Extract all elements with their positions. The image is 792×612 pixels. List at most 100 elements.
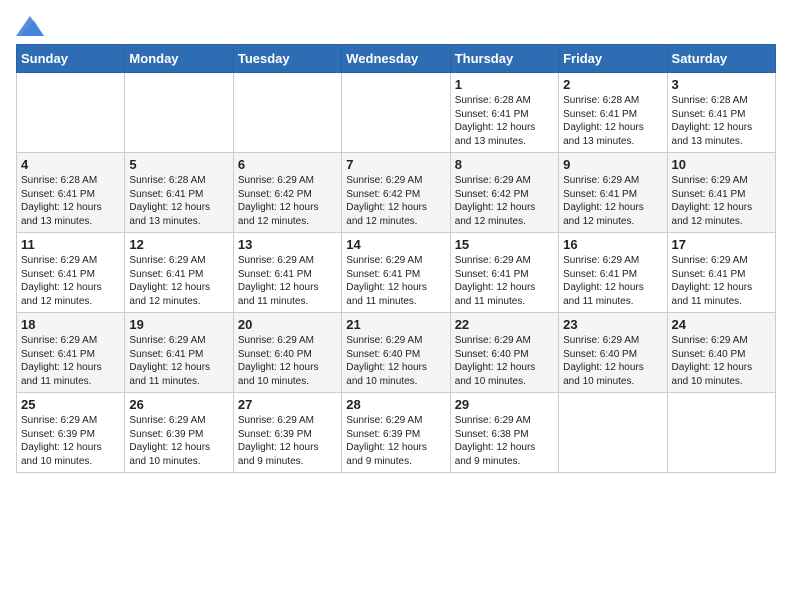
- calendar-cell: 29 Sunrise: 6:29 AM Sunset: 6:38 PM Dayli…: [450, 393, 558, 473]
- calendar-week-row: 1 Sunrise: 6:28 AM Sunset: 6:41 PM Daylig…: [17, 73, 776, 153]
- calendar-cell: 22 Sunrise: 6:29 AM Sunset: 6:40 PM Dayli…: [450, 313, 558, 393]
- calendar-cell: 18 Sunrise: 6:29 AM Sunset: 6:41 PM Dayli…: [17, 313, 125, 393]
- calendar-cell: 11 Sunrise: 6:29 AM Sunset: 6:41 PM Dayli…: [17, 233, 125, 313]
- day-number: 20: [238, 317, 337, 332]
- calendar-cell: 6 Sunrise: 6:29 AM Sunset: 6:42 PM Daylig…: [233, 153, 341, 233]
- calendar-cell: [125, 73, 233, 153]
- cell-content: Sunrise: 6:29 AM Sunset: 6:41 PM Dayligh…: [455, 254, 554, 308]
- calendar-cell: 13 Sunrise: 6:29 AM Sunset: 6:41 PM Dayli…: [233, 233, 341, 313]
- cell-content: Sunrise: 6:28 AM Sunset: 6:41 PM Dayligh…: [129, 174, 228, 228]
- day-number: 7: [346, 157, 445, 172]
- calendar-cell: 17 Sunrise: 6:29 AM Sunset: 6:41 PM Dayli…: [667, 233, 775, 313]
- cell-content: Sunrise: 6:29 AM Sunset: 6:41 PM Dayligh…: [672, 254, 771, 308]
- cell-content: Sunrise: 6:28 AM Sunset: 6:41 PM Dayligh…: [672, 94, 771, 148]
- calendar-cell: 14 Sunrise: 6:29 AM Sunset: 6:41 PM Dayli…: [342, 233, 450, 313]
- day-number: 26: [129, 397, 228, 412]
- calendar-cell: 12 Sunrise: 6:29 AM Sunset: 6:41 PM Dayli…: [125, 233, 233, 313]
- day-number: 13: [238, 237, 337, 252]
- day-number: 5: [129, 157, 228, 172]
- calendar-cell: 2 Sunrise: 6:28 AM Sunset: 6:41 PM Daylig…: [559, 73, 667, 153]
- calendar-cell: 27 Sunrise: 6:29 AM Sunset: 6:39 PM Dayli…: [233, 393, 341, 473]
- day-number: 18: [21, 317, 120, 332]
- cell-content: Sunrise: 6:29 AM Sunset: 6:41 PM Dayligh…: [563, 174, 662, 228]
- calendar-cell: 19Sunrise: 6:29 AM Sunset: 6:41 PM Dayli…: [125, 313, 233, 393]
- day-of-week-header: Monday: [125, 45, 233, 73]
- cell-content: Sunrise: 6:29 AM Sunset: 6:41 PM Dayligh…: [21, 254, 120, 308]
- calendar-cell: 10 Sunrise: 6:29 AM Sunset: 6:41 PM Dayli…: [667, 153, 775, 233]
- day-number: 1: [455, 77, 554, 92]
- calendar-cell: 3 Sunrise: 6:28 AM Sunset: 6:41 PM Daylig…: [667, 73, 775, 153]
- day-number: 19: [129, 317, 228, 332]
- calendar-header-row: SundayMondayTuesdayWednesdayThursdayFrid…: [17, 45, 776, 73]
- calendar-cell: 4 Sunrise: 6:28 AM Sunset: 6:41 PM Daylig…: [17, 153, 125, 233]
- cell-content: Sunrise: 6:28 AM Sunset: 6:41 PM Dayligh…: [455, 94, 554, 148]
- calendar-week-row: 25Sunrise: 6:29 AM Sunset: 6:39 PM Dayli…: [17, 393, 776, 473]
- cell-content: Sunrise: 6:29 AM Sunset: 6:41 PM Dayligh…: [129, 254, 228, 308]
- calendar-week-row: 4 Sunrise: 6:28 AM Sunset: 6:41 PM Daylig…: [17, 153, 776, 233]
- calendar-cell: [559, 393, 667, 473]
- cell-content: Sunrise: 6:29 AM Sunset: 6:40 PM Dayligh…: [346, 334, 445, 388]
- day-number: 4: [21, 157, 120, 172]
- day-number: 6: [238, 157, 337, 172]
- calendar-cell: 7 Sunrise: 6:29 AM Sunset: 6:42 PM Daylig…: [342, 153, 450, 233]
- day-of-week-header: Tuesday: [233, 45, 341, 73]
- day-number: 17: [672, 237, 771, 252]
- cell-content: Sunrise: 6:29 AM Sunset: 6:41 PM Dayligh…: [238, 254, 337, 308]
- calendar-cell: 24 Sunrise: 6:29 AM Sunset: 6:40 PM Dayli…: [667, 313, 775, 393]
- cell-content: Sunrise: 6:29 AM Sunset: 6:39 PM Dayligh…: [21, 414, 120, 468]
- cell-content: Sunrise: 6:29 AM Sunset: 6:41 PM Dayligh…: [672, 174, 771, 228]
- day-number: 8: [455, 157, 554, 172]
- calendar-cell: 5 Sunrise: 6:28 AM Sunset: 6:41 PM Daylig…: [125, 153, 233, 233]
- cell-content: Sunrise: 6:29 AM Sunset: 6:41 PM Dayligh…: [346, 254, 445, 308]
- day-of-week-header: Wednesday: [342, 45, 450, 73]
- day-of-week-header: Sunday: [17, 45, 125, 73]
- day-of-week-header: Friday: [559, 45, 667, 73]
- day-number: 11: [21, 237, 120, 252]
- calendar-cell: 26 Sunrise: 6:29 AM Sunset: 6:39 PM Dayli…: [125, 393, 233, 473]
- day-number: 23: [563, 317, 662, 332]
- day-number: 24: [672, 317, 771, 332]
- day-number: 12: [129, 237, 228, 252]
- cell-content: Sunrise: 6:29 AM Sunset: 6:40 PM Dayligh…: [672, 334, 771, 388]
- cell-content: Sunrise: 6:29 AM Sunset: 6:40 PM Dayligh…: [563, 334, 662, 388]
- page-header: [16, 16, 776, 36]
- calendar-cell: [667, 393, 775, 473]
- day-number: 21: [346, 317, 445, 332]
- day-number: 22: [455, 317, 554, 332]
- cell-content: Sunrise: 6:29 AM Sunset: 6:42 PM Dayligh…: [346, 174, 445, 228]
- day-number: 14: [346, 237, 445, 252]
- day-number: 10: [672, 157, 771, 172]
- day-number: 3: [672, 77, 771, 92]
- day-number: 2: [563, 77, 662, 92]
- day-number: 27: [238, 397, 337, 412]
- day-of-week-header: Saturday: [667, 45, 775, 73]
- cell-content: Sunrise: 6:28 AM Sunset: 6:41 PM Dayligh…: [21, 174, 120, 228]
- cell-content: Sunrise: 6:29 AM Sunset: 6:39 PM Dayligh…: [238, 414, 337, 468]
- calendar-week-row: 11 Sunrise: 6:29 AM Sunset: 6:41 PM Dayli…: [17, 233, 776, 313]
- calendar-cell: 25Sunrise: 6:29 AM Sunset: 6:39 PM Dayli…: [17, 393, 125, 473]
- calendar-cell: 21 Sunrise: 6:29 AM Sunset: 6:40 PM Dayli…: [342, 313, 450, 393]
- cell-content: Sunrise: 6:29 AM Sunset: 6:39 PM Dayligh…: [346, 414, 445, 468]
- cell-content: Sunrise: 6:29 AM Sunset: 6:42 PM Dayligh…: [455, 174, 554, 228]
- logo: [16, 16, 48, 36]
- calendar-cell: 9Sunrise: 6:29 AM Sunset: 6:41 PM Daylig…: [559, 153, 667, 233]
- day-number: 15: [455, 237, 554, 252]
- cell-content: Sunrise: 6:28 AM Sunset: 6:41 PM Dayligh…: [563, 94, 662, 148]
- calendar-cell: [17, 73, 125, 153]
- cell-content: Sunrise: 6:29 AM Sunset: 6:40 PM Dayligh…: [238, 334, 337, 388]
- calendar-cell: 23 Sunrise: 6:29 AM Sunset: 6:40 PM Dayli…: [559, 313, 667, 393]
- calendar-cell: 8 Sunrise: 6:29 AM Sunset: 6:42 PM Daylig…: [450, 153, 558, 233]
- day-number: 16: [563, 237, 662, 252]
- cell-content: Sunrise: 6:29 AM Sunset: 6:39 PM Dayligh…: [129, 414, 228, 468]
- cell-content: Sunrise: 6:29 AM Sunset: 6:40 PM Dayligh…: [455, 334, 554, 388]
- day-number: 29: [455, 397, 554, 412]
- cell-content: Sunrise: 6:29 AM Sunset: 6:41 PM Dayligh…: [21, 334, 120, 388]
- cell-content: Sunrise: 6:29 AM Sunset: 6:41 PM Dayligh…: [563, 254, 662, 308]
- calendar-cell: 16 Sunrise: 6:29 AM Sunset: 6:41 PM Dayli…: [559, 233, 667, 313]
- calendar-week-row: 18 Sunrise: 6:29 AM Sunset: 6:41 PM Dayli…: [17, 313, 776, 393]
- day-of-week-header: Thursday: [450, 45, 558, 73]
- calendar-table: SundayMondayTuesdayWednesdayThursdayFrid…: [16, 44, 776, 473]
- calendar-cell: [233, 73, 341, 153]
- cell-content: Sunrise: 6:29 AM Sunset: 6:42 PM Dayligh…: [238, 174, 337, 228]
- cell-content: Sunrise: 6:29 AM Sunset: 6:38 PM Dayligh…: [455, 414, 554, 468]
